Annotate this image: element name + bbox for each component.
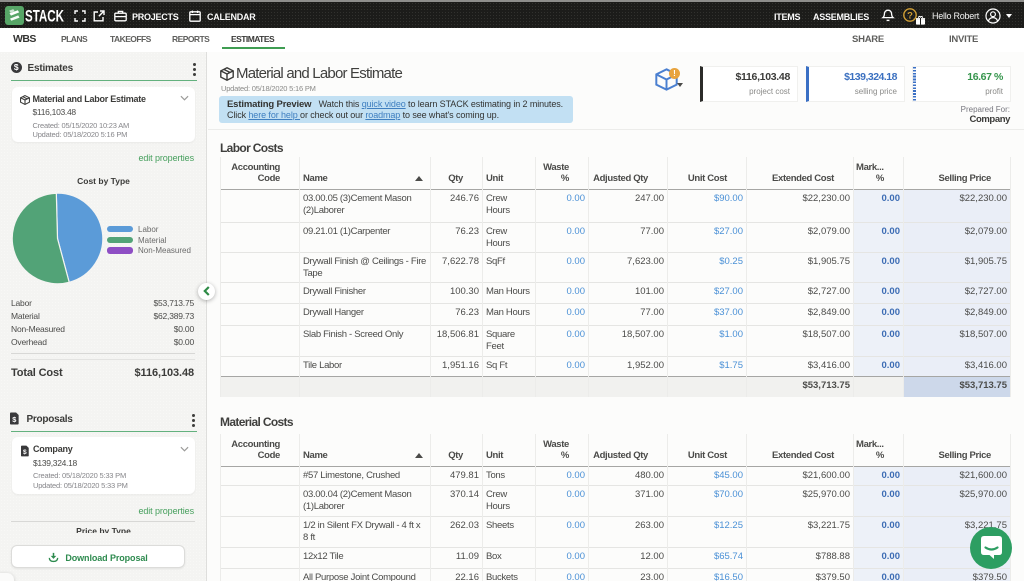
svg-text:$: $ (23, 448, 27, 455)
svg-text:$: $ (12, 415, 16, 424)
svg-text:?: ? (907, 10, 913, 21)
svg-text:STACK: STACK (25, 8, 64, 26)
